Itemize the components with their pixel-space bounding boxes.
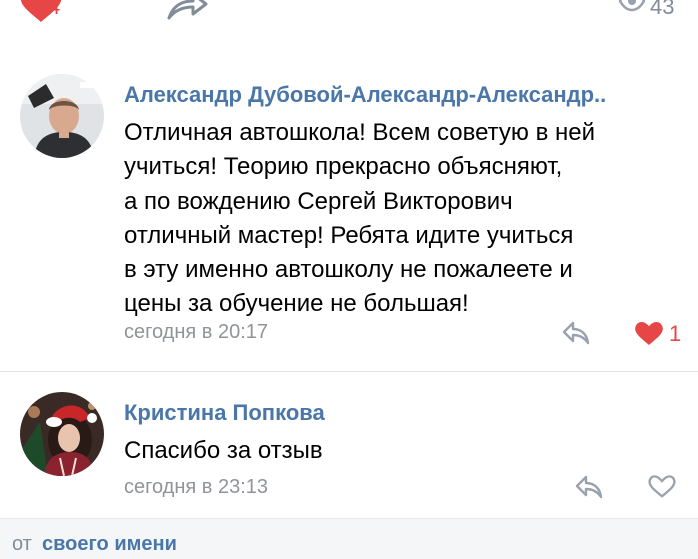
post-like-count: 4 [48, 0, 61, 19]
comment-as-prefix: от [12, 533, 32, 555]
comment-as-selector[interactable]: своего имени [42, 533, 177, 556]
avatar[interactable] [20, 392, 104, 476]
comment-like-button[interactable] [648, 475, 676, 503]
comment-text-line: цены за обучение не большая! [124, 290, 469, 318]
comment-text-line: Отличная автошкола! Всем советую в ней [124, 119, 596, 146]
avatar[interactable] [20, 74, 104, 158]
comment-as-bar: от своего имени [0, 518, 698, 559]
comment-like-count: 1 [669, 321, 682, 346]
post-share-button[interactable] [165, 0, 209, 25]
comment-text-line: в эту именно автошколу не пожалеете и [124, 256, 573, 284]
comment-like-button[interactable] [635, 322, 663, 350]
heart-filled-icon [635, 322, 663, 345]
comment-divider [0, 371, 698, 372]
eye-icon [618, 0, 646, 12]
post-views-count: 43 [650, 0, 675, 19]
comment-text-line: а по вождению Сергей Викторович [124, 187, 513, 215]
comment-text-line: отличный мастер! Ребята идите учиться [124, 221, 574, 249]
comment-timestamp[interactable]: сегодня в 23:13 [124, 476, 268, 499]
user-photo [20, 74, 104, 158]
reply-arrow-icon [562, 321, 590, 345]
comment-timestamp[interactable]: сегодня в 20:17 [124, 321, 268, 344]
reply-button[interactable] [574, 474, 604, 500]
share-arrow-icon [167, 0, 208, 20]
post-action-bar: 4 43 [0, 0, 698, 30]
reply-button[interactable] [561, 320, 591, 346]
comment-text: Отличная автошкола! Всем советую в ней у… [124, 116, 684, 322]
comment-text: Спасибо за отзыв [124, 434, 684, 468]
heart-outline-icon [648, 475, 676, 498]
user-photo [20, 392, 104, 476]
comment-author[interactable]: Александр Дубовой-Александр-Александр.. [124, 82, 606, 108]
post-views-indicator [618, 0, 646, 17]
reply-arrow-icon [575, 475, 603, 499]
comment-author[interactable]: Кристина Попкова [124, 400, 325, 426]
comment-text-line: Спасибо за отзыв [124, 437, 323, 464]
comment-text-line: учиться! Теорию прекрасно объясняют, [124, 153, 563, 181]
